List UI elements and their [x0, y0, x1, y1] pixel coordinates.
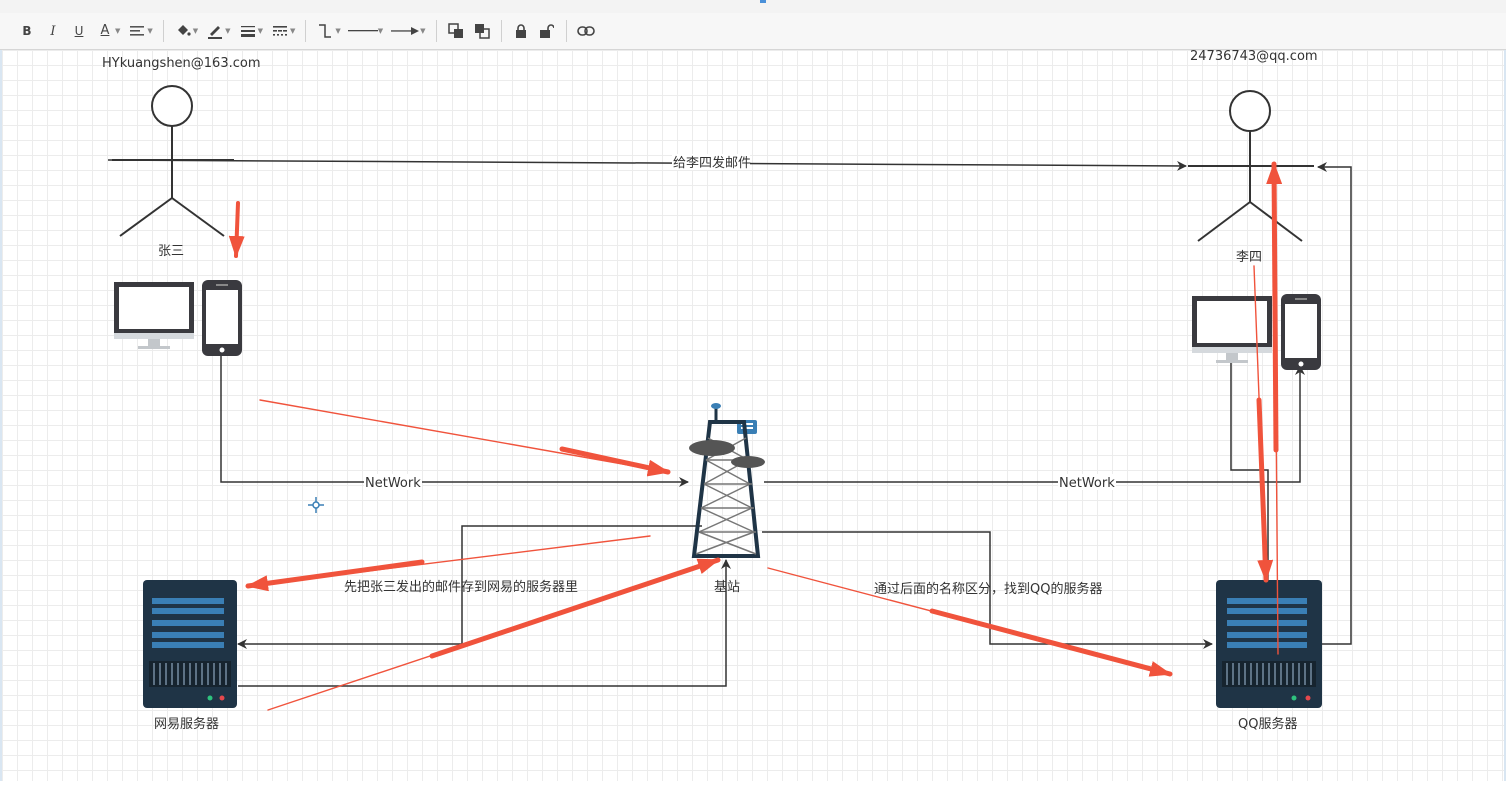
tower-label: 基站	[714, 580, 740, 595]
server-qq-icon[interactable]	[1216, 580, 1322, 708]
sender-name-label: 张三	[158, 244, 184, 259]
chevron-down-icon[interactable]: ▼	[290, 27, 295, 35]
top-strip	[0, 0, 1506, 14]
send-back-button[interactable]	[471, 20, 493, 42]
line-weight-icon	[240, 26, 255, 37]
link-button[interactable]	[575, 20, 597, 42]
format-toolbar: B I U A ▼ ▼ ▼ ▼ ▼ ▼ ▼ ▼ ▼	[0, 13, 1506, 50]
chevron-down-icon[interactable]: ▼	[115, 27, 120, 35]
network-left-label: NetWork	[365, 476, 421, 491]
toolbar-divider	[162, 20, 164, 42]
receiver-email-label: 24736743@qq.com	[1190, 50, 1318, 64]
fill-color-icon	[177, 25, 191, 36]
sender-email-label: HYkuangshen@163.com	[102, 56, 261, 71]
arrow-style-button[interactable]	[389, 20, 421, 42]
desktop-monitor-icon[interactable]	[1192, 296, 1272, 363]
lock-icon	[515, 24, 526, 38]
smartphone-icon[interactable]	[202, 280, 242, 356]
receiver-name-label: 李四	[1236, 250, 1262, 265]
link-icon	[576, 26, 595, 36]
chevron-down-icon[interactable]: ▼	[147, 27, 152, 35]
line-color-button[interactable]	[204, 20, 226, 42]
top-accent	[760, 0, 766, 3]
cell-tower-icon[interactable]	[689, 403, 765, 558]
chevron-down-icon[interactable]: ▼	[193, 27, 198, 35]
server-netease-icon[interactable]	[143, 580, 237, 708]
font-color-button[interactable]: A	[94, 20, 116, 42]
store-mail-label: 先把张三发出的邮件存到网易的服务器里	[344, 579, 578, 595]
bring-front-icon	[447, 23, 463, 38]
line-weight-button[interactable]	[237, 20, 259, 42]
line-type-button[interactable]	[347, 20, 379, 42]
align-icon	[130, 26, 145, 36]
send-mail-connector[interactable]	[107, 159, 1187, 171]
toolbar-divider	[500, 20, 502, 42]
server-qq-label: QQ服务器	[1238, 716, 1297, 732]
chevron-down-icon[interactable]: ▼	[335, 27, 340, 35]
align-button[interactable]	[126, 20, 148, 42]
diagram-svg: HYkuangshen@163.com 24736743@qq.com 张三 李…	[102, 49, 1352, 732]
toolbar-divider	[565, 20, 567, 42]
diagram-canvas[interactable]: HYkuangshen@163.com 24736743@qq.com 张三 李…	[2, 49, 1504, 781]
line-type-icon	[347, 30, 378, 32]
desktop-monitor-icon[interactable]	[114, 282, 194, 349]
line-style-button[interactable]	[269, 20, 291, 42]
chevron-down-icon[interactable]: ▼	[420, 27, 425, 35]
smartphone-icon[interactable]	[1281, 294, 1321, 370]
person-lisi-icon[interactable]	[1188, 90, 1314, 242]
unlock-icon	[539, 24, 554, 38]
crosshair-cursor-icon	[308, 497, 324, 513]
underline-button[interactable]: U	[68, 20, 90, 42]
red-annotation-arrows	[228, 161, 1283, 711]
server-netease-label: 网易服务器	[154, 716, 219, 732]
font-color-icon: A	[100, 23, 110, 38]
qq-to-lisi-connector[interactable]	[1317, 162, 1352, 645]
network-right-connector[interactable]	[764, 365, 1305, 483]
italic-button[interactable]: I	[42, 20, 64, 42]
bold-button[interactable]: B	[16, 20, 38, 42]
network-right-label: NetWork	[1059, 476, 1115, 491]
send-back-icon	[474, 24, 490, 39]
arrow-style-icon	[391, 27, 420, 35]
toolbar-divider	[305, 20, 307, 42]
fill-color-button[interactable]	[172, 20, 194, 42]
connector-button[interactable]	[314, 20, 336, 42]
unlock-button[interactable]	[536, 20, 558, 42]
toolbar-divider	[435, 20, 437, 42]
red-arrow-down-zhangsan	[228, 201, 245, 258]
send-mail-label: 给李四发邮件	[673, 155, 751, 171]
chevron-down-icon[interactable]: ▼	[378, 27, 383, 35]
connector-icon	[319, 24, 332, 38]
line-style-icon	[272, 26, 287, 36]
chevron-down-icon[interactable]: ▼	[225, 27, 230, 35]
line-color-icon	[208, 26, 223, 39]
chevron-down-icon[interactable]: ▼	[258, 27, 263, 35]
bring-front-button[interactable]	[445, 20, 467, 42]
route-label: 通过后面的名称区分，找到QQ的服务器	[874, 581, 1102, 597]
lock-button[interactable]	[510, 20, 532, 42]
person-zhangsan-icon[interactable]	[112, 85, 234, 237]
